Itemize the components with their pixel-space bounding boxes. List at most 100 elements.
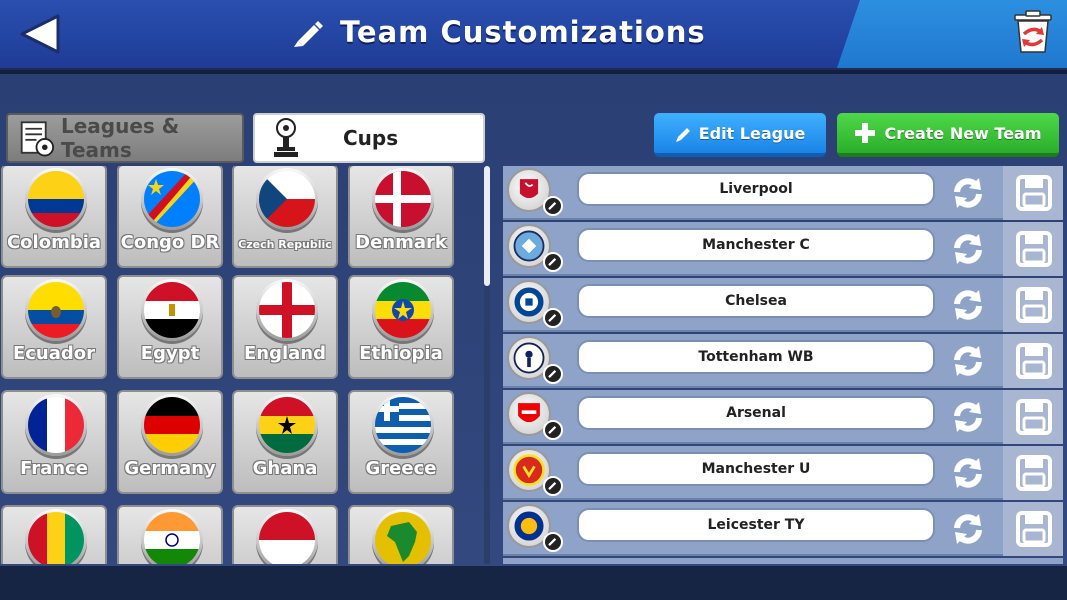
pencil-icon [294,21,323,47]
czech-republic-flag-icon [259,171,315,227]
tab-leagues-teams[interactable]: Leagues & Teams [6,113,244,163]
edit-team-button[interactable] [543,532,563,552]
page-title: Team Customizations [340,15,706,49]
country-india[interactable] [117,505,223,564]
team-row-leicester-ty: Leicester TY [503,502,1063,556]
country-germany[interactable]: Germany [117,390,223,494]
reset-team-icon[interactable] [949,398,987,436]
team-name: Manchester U [701,461,811,477]
team-name-field[interactable]: Chelsea [577,284,935,318]
country-ethiopia[interactable]: Ethiopia [348,275,454,379]
save-icon[interactable] [1015,342,1053,380]
save-icon[interactable] [1015,230,1053,268]
country-africa[interactable] [348,505,454,564]
team-row-liverpool: Liverpool [503,166,1063,220]
team-list: Liverpool Manchester C Chelsea Tottenham… [503,166,1063,564]
country-congo-dr[interactable]: Congo DR [117,166,223,268]
team-row-arsenal: Arsenal [503,390,1063,444]
team-name-field[interactable]: Liverpool [577,172,935,206]
reset-team-icon[interactable] [949,342,987,380]
save-icon[interactable] [1015,454,1053,492]
grid-scrollbar-thumb[interactable] [484,166,490,286]
team-row-manchester-c: Manchester C [503,222,1063,276]
team-row-chelsea: Chelsea [503,278,1063,332]
country-indonesia[interactable] [232,505,338,564]
reset-team-icon[interactable] [949,454,987,492]
save-icon[interactable] [1015,398,1053,436]
country-grid: Colombia Congo DR Czech Republic Denmark… [0,166,480,564]
team-row-tottenham-wb: Tottenham WB [503,334,1063,388]
pencil-icon [548,538,557,546]
team-name: Chelsea [725,293,787,309]
country-denmark[interactable]: Denmark [348,166,454,268]
ethiopia-flag-icon [375,282,431,338]
germany-flag-icon [144,397,200,453]
guinea-flag-icon [28,512,84,564]
country-label: Colombia [6,232,102,253]
team-name-field[interactable]: Leicester TY [577,508,935,542]
africa-map-icon [375,512,431,564]
country-egypt[interactable]: Egypt [117,275,223,379]
leagues-teams-icon [20,121,55,157]
team-name-field[interactable]: Manchester U [577,452,935,486]
pencil-icon [548,426,557,434]
reset-all-button[interactable] [1011,10,1055,54]
denmark-flag-icon [375,171,431,227]
country-france[interactable]: France [1,390,107,494]
team-name-field[interactable]: Arsenal [577,396,935,430]
country-label: France [20,458,88,479]
country-greece[interactable]: Greece [348,390,454,494]
egypt-flag-icon [144,282,200,338]
tab-leagues-label: Leagues & Teams [60,114,180,162]
country-ghana[interactable]: Ghana [232,390,338,494]
plus-icon [855,123,876,143]
congo-dr-flag-icon [144,171,200,227]
country-label: Ecuador [12,343,96,364]
edit-team-button[interactable] [543,308,563,328]
country-england[interactable]: England [232,275,338,379]
back-arrow-icon [20,14,60,54]
india-flag-icon [144,512,200,564]
england-flag-icon [259,282,315,338]
tab-cups[interactable]: Cups [253,113,485,163]
reset-team-icon[interactable] [949,230,987,268]
edit-team-button[interactable] [543,252,563,272]
pencil-icon [675,128,690,142]
country-label: Ethiopia [359,343,443,364]
country-label: Czech Republic [238,238,332,251]
create-team-label: Create New Team [884,123,1042,143]
save-icon[interactable] [1015,174,1053,212]
pencil-icon [548,258,557,266]
country-colombia[interactable]: Colombia [1,166,107,268]
pencil-icon [548,482,557,490]
country-czech-republic[interactable]: Czech Republic [232,166,338,268]
country-label: Ghana [252,458,318,479]
edit-team-button[interactable] [543,364,563,384]
edit-team-button[interactable] [543,196,563,216]
country-guinea[interactable] [1,505,107,564]
ecuador-flag-icon [28,282,84,338]
country-label: Greece [365,458,437,479]
team-name: Arsenal [726,405,786,421]
country-ecuador[interactable]: Ecuador [1,275,107,379]
back-button[interactable] [16,12,64,56]
bottom-bar [0,566,1067,600]
pencil-icon [548,202,557,210]
reset-team-icon[interactable] [949,174,987,212]
team-name-field[interactable]: Manchester C [577,228,935,262]
edit-team-button[interactable] [543,476,563,496]
tab-cups-label: Cups [343,126,399,150]
edit-league-button[interactable]: Edit League [654,113,826,157]
team-name: Manchester C [702,237,810,253]
save-icon[interactable] [1015,286,1053,324]
country-label: Congo DR [120,232,220,253]
edit-team-button[interactable] [543,420,563,440]
reset-team-icon[interactable] [949,286,987,324]
reset-team-icon[interactable] [949,510,987,548]
edit-league-label: Edit League [698,123,806,143]
create-new-team-button[interactable]: Create New Team [837,113,1059,157]
indonesia-flag-icon [259,512,315,564]
france-flag-icon [28,397,84,453]
save-icon[interactable] [1015,510,1053,548]
team-name-field[interactable]: Tottenham WB [577,340,935,374]
